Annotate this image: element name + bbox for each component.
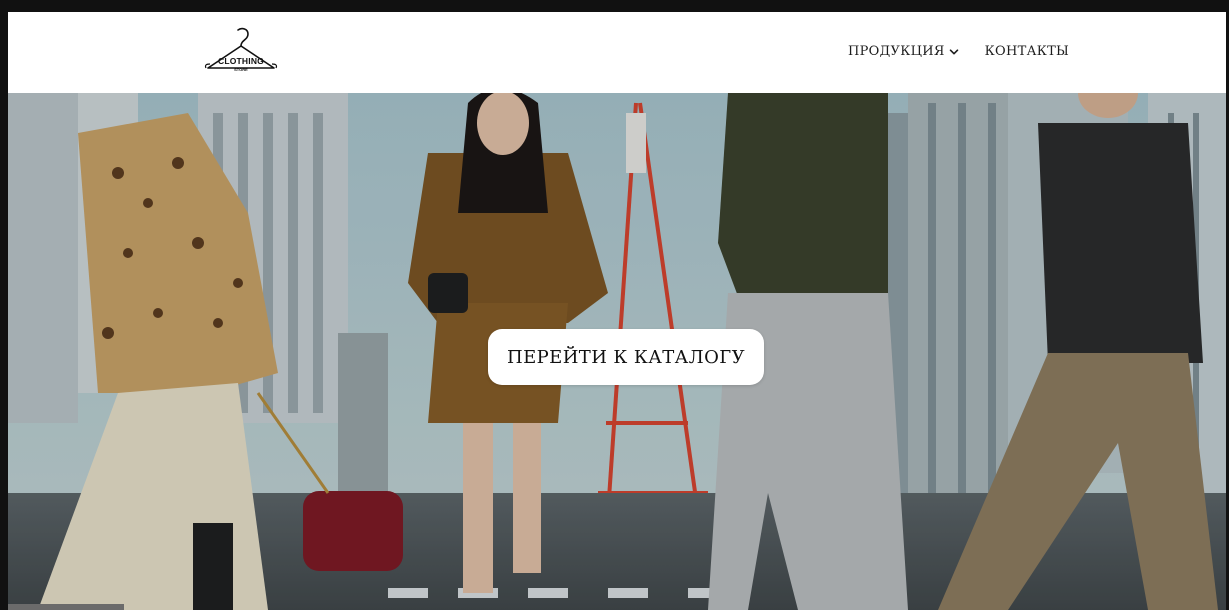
corner-strip [8,604,124,610]
logo-text: CLOTHING [218,56,264,66]
nav-item-contacts-label: КОНТАКТЫ [984,44,1070,59]
logo[interactable]: CLOTHING STORE [200,24,282,76]
logo-subtext: STORE [234,67,248,72]
hero-banner: ПЕРЕЙТИ К КАТАЛОГУ [8,93,1226,610]
page-frame: CLOTHING STORE ПРОДУКЦИЯ КОНТАКТЫ ПЕРЕЙТ… [0,0,1229,610]
chevron-down-icon [949,48,958,54]
main-nav: ПРОДУКЦИЯ КОНТАКТЫ [848,44,1069,59]
site-header: CLOTHING STORE ПРОДУКЦИЯ КОНТАКТЫ [8,12,1226,93]
nav-item-products-label: ПРОДУКЦИЯ [848,44,945,59]
nav-item-products[interactable]: ПРОДУКЦИЯ [848,44,959,59]
nav-item-contacts[interactable]: КОНТАКТЫ [985,44,1070,59]
go-to-catalog-button[interactable]: ПЕРЕЙТИ К КАТАЛОГУ [488,329,764,385]
